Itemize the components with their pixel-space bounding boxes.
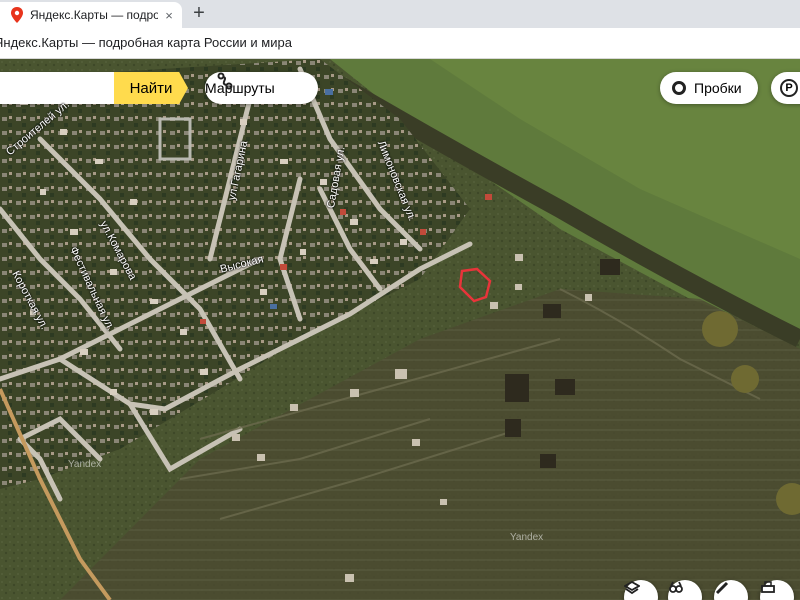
- traffic-button[interactable]: Пробки: [660, 72, 758, 104]
- tab-title: Яндекс.Карты — подробная карта России и …: [30, 8, 158, 22]
- search-input[interactable]: [0, 72, 114, 104]
- routes-icon: [217, 72, 233, 90]
- parking-button[interactable]: P: [771, 72, 800, 104]
- find-button[interactable]: Найти: [114, 72, 188, 104]
- new-tab-button[interactable]: +: [188, 3, 210, 25]
- address-bar[interactable]: Яндекс.Карты — подробная карта России и …: [0, 28, 800, 59]
- browser-tab-bar: Яндекс.Карты — подробная карта России и …: [0, 0, 800, 28]
- tab-close-icon[interactable]: ×: [162, 8, 176, 23]
- traffic-icon: [672, 81, 686, 95]
- yandex-maps-pin-icon: [11, 7, 23, 23]
- parking-icon: P: [780, 79, 798, 97]
- satellite-imagery: [0, 59, 800, 600]
- browser-tab[interactable]: Яндекс.Карты — подробная карта России и …: [0, 2, 182, 28]
- routes-label: Маршруты: [205, 80, 275, 96]
- address-bar-text: Яндекс.Карты — подробная карта России и …: [0, 35, 292, 50]
- routes-button[interactable]: Маршруты: [205, 72, 318, 104]
- satellite-map[interactable]: Найти Маршруты Пробки P Строителей ул. у…: [0, 59, 800, 600]
- yandex-watermark: Yandex: [68, 459, 102, 470]
- traffic-label: Пробки: [694, 80, 742, 96]
- yandex-watermark: Yandex: [510, 532, 544, 543]
